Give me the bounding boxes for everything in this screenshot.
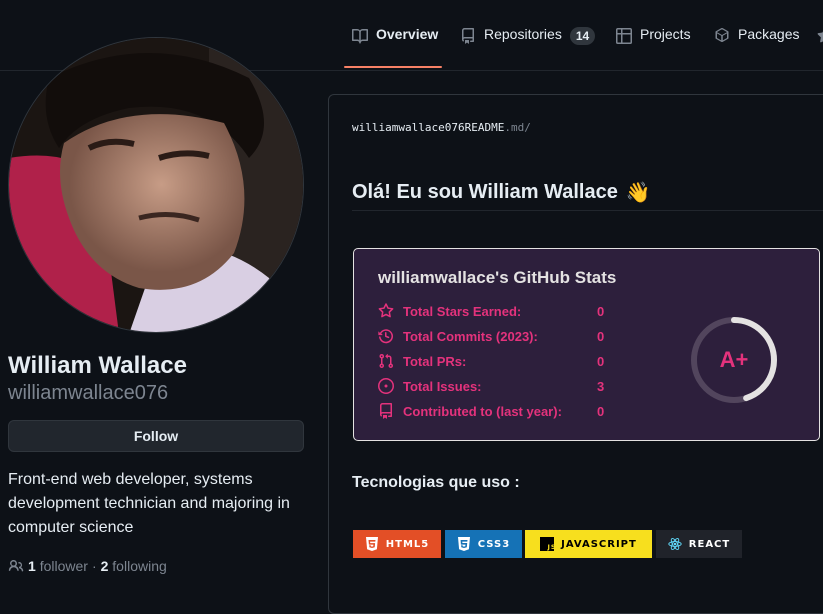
- tab-repositories[interactable]: Repositories 14: [460, 26, 596, 64]
- followers-label: follower: [39, 558, 88, 574]
- profile-username: williamwallace076: [8, 382, 169, 404]
- badge-label: CSS3: [477, 538, 511, 550]
- readme-path-ext: .md: [504, 121, 525, 134]
- following-link[interactable]: 2 following: [101, 558, 167, 574]
- readme-heading: Olá! Eu sou William Wallace 👋: [352, 180, 651, 205]
- stat-row-prs: Total PRs: 0: [378, 351, 604, 371]
- tab-projects[interactable]: Projects: [616, 26, 691, 64]
- pull-request-icon: [379, 353, 393, 369]
- avatar[interactable]: [8, 37, 304, 333]
- javascript-icon: JS: [540, 537, 555, 551]
- react-icon: [668, 538, 682, 550]
- grade-label: A+: [719, 347, 749, 372]
- active-tab-indicator: [344, 66, 442, 68]
- stat-label: Contributed to (last year):: [403, 403, 562, 419]
- readme-path-sep: /: [524, 121, 531, 134]
- javascript-icon-glyph: JS: [547, 543, 555, 551]
- css3-icon: [457, 537, 470, 551]
- stats-title: williamwallace's GitHub Stats: [378, 268, 617, 287]
- badge-css3[interactable]: CSS3: [445, 530, 522, 558]
- badge-label: JAVASCRIPT: [561, 538, 637, 550]
- tab-packages-label: Packages: [738, 26, 800, 42]
- follow-button[interactable]: Follow: [8, 420, 304, 452]
- stat-value: 0: [597, 303, 605, 319]
- readme-path: williamwallace076README.md/: [352, 121, 531, 134]
- stat-label: Total Issues:: [403, 378, 482, 394]
- stat-label: Total Commits (2023):: [403, 328, 538, 344]
- badge-label: REACT: [688, 538, 731, 550]
- tab-repositories-label: Repositories: [484, 26, 562, 42]
- history-icon: [378, 329, 393, 344]
- followers-link[interactable]: 1 follower: [28, 558, 88, 574]
- html5-icon: [365, 537, 378, 551]
- tab-overview[interactable]: Overview: [352, 26, 438, 64]
- tab-projects-label: Projects: [640, 26, 691, 42]
- waving-hand-emoji: 👋: [625, 182, 651, 204]
- readme-path-user[interactable]: williamwallace076: [352, 121, 465, 134]
- badge-javascript[interactable]: JS JAVASCRIPT: [525, 530, 652, 558]
- profile-bio: Front-end web developer, systems develop…: [8, 471, 290, 536]
- followers-count: 1: [28, 558, 36, 574]
- book-icon: [352, 28, 368, 44]
- star-icon: [817, 31, 823, 43]
- readme-heading-text: Olá! Eu sou William Wallace: [352, 181, 618, 203]
- tab-overview-label: Overview: [376, 26, 439, 42]
- followers-summary: 1 follower · 2 following: [8, 558, 167, 574]
- issue-icon: [378, 378, 394, 394]
- tab-packages[interactable]: Packages: [714, 26, 799, 64]
- stat-value: 0: [597, 328, 605, 344]
- stat-row-issues: Total Issues: 3: [378, 376, 604, 396]
- following-count: 2: [100, 558, 109, 574]
- profile-name: William Wallace: [8, 352, 187, 379]
- separator: ·: [91, 558, 97, 574]
- readme-path-file: README: [464, 121, 505, 134]
- badge-react[interactable]: REACT: [656, 530, 742, 558]
- people-icon: [8, 559, 24, 572]
- repo-icon: [462, 28, 474, 44]
- following-label: following: [112, 558, 167, 574]
- badge-label: HTML5: [385, 538, 430, 550]
- stat-label: Total Stars Earned:: [403, 303, 522, 319]
- tech-section-title: Tecnologias que uso :: [352, 474, 520, 491]
- package-icon: [715, 28, 729, 43]
- stat-row-contributed: Contributed to (last year): 0: [378, 401, 604, 421]
- star-icon: [378, 303, 394, 318]
- avatar-photo: [9, 38, 303, 332]
- table-icon: [616, 28, 632, 44]
- repo-icon: [380, 403, 392, 419]
- stat-value: 0: [597, 353, 605, 369]
- badge-html5[interactable]: HTML5: [353, 530, 441, 558]
- stat-value: 3: [597, 378, 605, 394]
- tab-stars[interactable]: [817, 26, 823, 64]
- stat-label: Total PRs:: [403, 353, 467, 369]
- stat-row-stars: Total Stars Earned: 0: [378, 301, 604, 321]
- stat-row-commits: Total Commits (2023): 0: [378, 326, 604, 346]
- heading-divider: [352, 210, 823, 211]
- stat-value: 0: [597, 403, 605, 419]
- repositories-count-badge: 14: [569, 27, 596, 45]
